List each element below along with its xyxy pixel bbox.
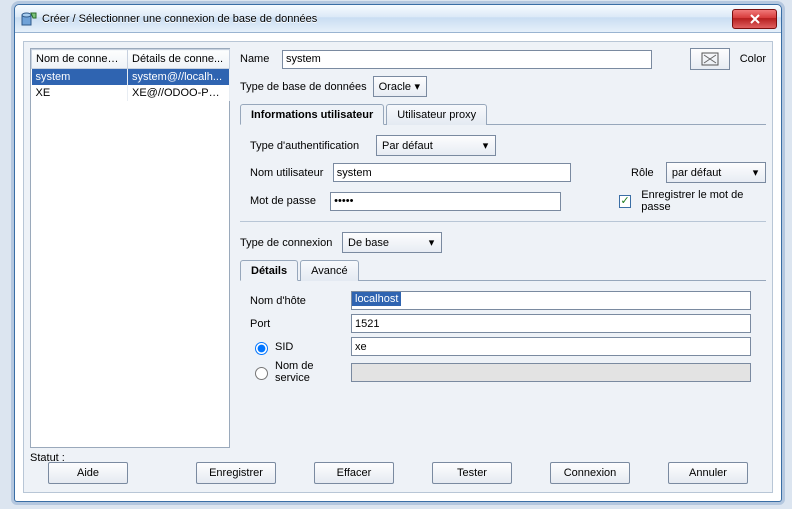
chevron-down-icon: ▾ [478, 139, 493, 152]
color-swatch-icon [701, 52, 719, 66]
divider [240, 221, 766, 222]
host-label: Nom d'hôte [250, 295, 345, 307]
tab-advanced[interactable]: Avancé [300, 260, 359, 281]
port-label: Port [250, 318, 345, 330]
test-button[interactable]: Tester [432, 462, 512, 484]
role-dropdown[interactable]: par défaut ▾ [666, 162, 766, 183]
tab-user-info[interactable]: Informations utilisateur [240, 104, 384, 125]
tab-details[interactable]: Détails [240, 260, 298, 281]
dbtype-label: Type de base de données [240, 81, 367, 93]
dbtype-dropdown[interactable]: Oracle ▾ [373, 76, 427, 97]
auth-label: Type d'authentification [250, 140, 370, 152]
save-button[interactable]: Enregistrer [196, 462, 276, 484]
connections-list[interactable]: Nom de connexion Détails de conne... sys… [30, 48, 230, 448]
username-input[interactable] [333, 163, 571, 182]
pass-label: Mot de passe [250, 195, 324, 207]
list-row[interactable]: XE XE@//ODOO-PC:... [32, 85, 230, 101]
list-row[interactable]: system system@//localh... [32, 69, 230, 86]
clear-button[interactable]: Effacer [314, 462, 394, 484]
close-button[interactable] [732, 9, 777, 29]
chevron-down-icon: ▾ [424, 236, 439, 249]
dialog-window: Créer / Sélectionner une connexion de ba… [14, 4, 782, 502]
color-label: Color [736, 53, 766, 65]
user-tabs: Informations utilisateur Utilisateur pro… [240, 103, 766, 125]
col-header-details[interactable]: Détails de conne... [128, 50, 230, 69]
form-panel: Name Color Type de base de données Oracl… [240, 48, 766, 448]
name-input[interactable] [282, 50, 652, 69]
user-label: Nom utilisateur [250, 167, 327, 179]
close-icon [750, 14, 760, 24]
name-label: Name [240, 53, 276, 65]
savepass-checkbox[interactable] [619, 195, 631, 208]
button-bar: Aide Enregistrer Effacer Tester Connexio… [24, 462, 772, 484]
col-header-name[interactable]: Nom de connexion [32, 50, 128, 69]
conntype-label: Type de connexion [240, 237, 336, 249]
conn-tabs: Détails Avancé [240, 259, 766, 281]
auth-dropdown[interactable]: Par défaut ▾ [376, 135, 496, 156]
window-title: Créer / Sélectionner une connexion de ba… [42, 13, 732, 25]
tab-proxy-user[interactable]: Utilisateur proxy [386, 104, 487, 125]
role-label: Rôle [631, 167, 660, 179]
host-input[interactable]: localhost [351, 291, 751, 310]
sid-radio[interactable]: SID [250, 339, 345, 355]
cancel-button[interactable]: Annuler [668, 462, 748, 484]
service-input [351, 363, 751, 382]
password-input[interactable] [330, 192, 561, 211]
titlebar[interactable]: Créer / Sélectionner une connexion de ba… [15, 5, 781, 33]
help-button[interactable]: Aide [48, 462, 128, 484]
chevron-down-icon: ▾ [411, 80, 424, 93]
connect-button[interactable]: Connexion [550, 462, 630, 484]
db-icon [21, 12, 37, 26]
color-button[interactable] [690, 48, 730, 70]
chevron-down-icon: ▾ [748, 166, 763, 179]
port-input[interactable] [351, 314, 751, 333]
savepass-label: Enregistrer le mot de passe [641, 189, 766, 213]
dialog-body: Nom de connexion Détails de conne... sys… [23, 41, 773, 493]
service-radio[interactable]: Nom de service [250, 360, 345, 384]
sid-input[interactable] [351, 337, 751, 356]
conntype-dropdown[interactable]: De base ▾ [342, 232, 442, 253]
